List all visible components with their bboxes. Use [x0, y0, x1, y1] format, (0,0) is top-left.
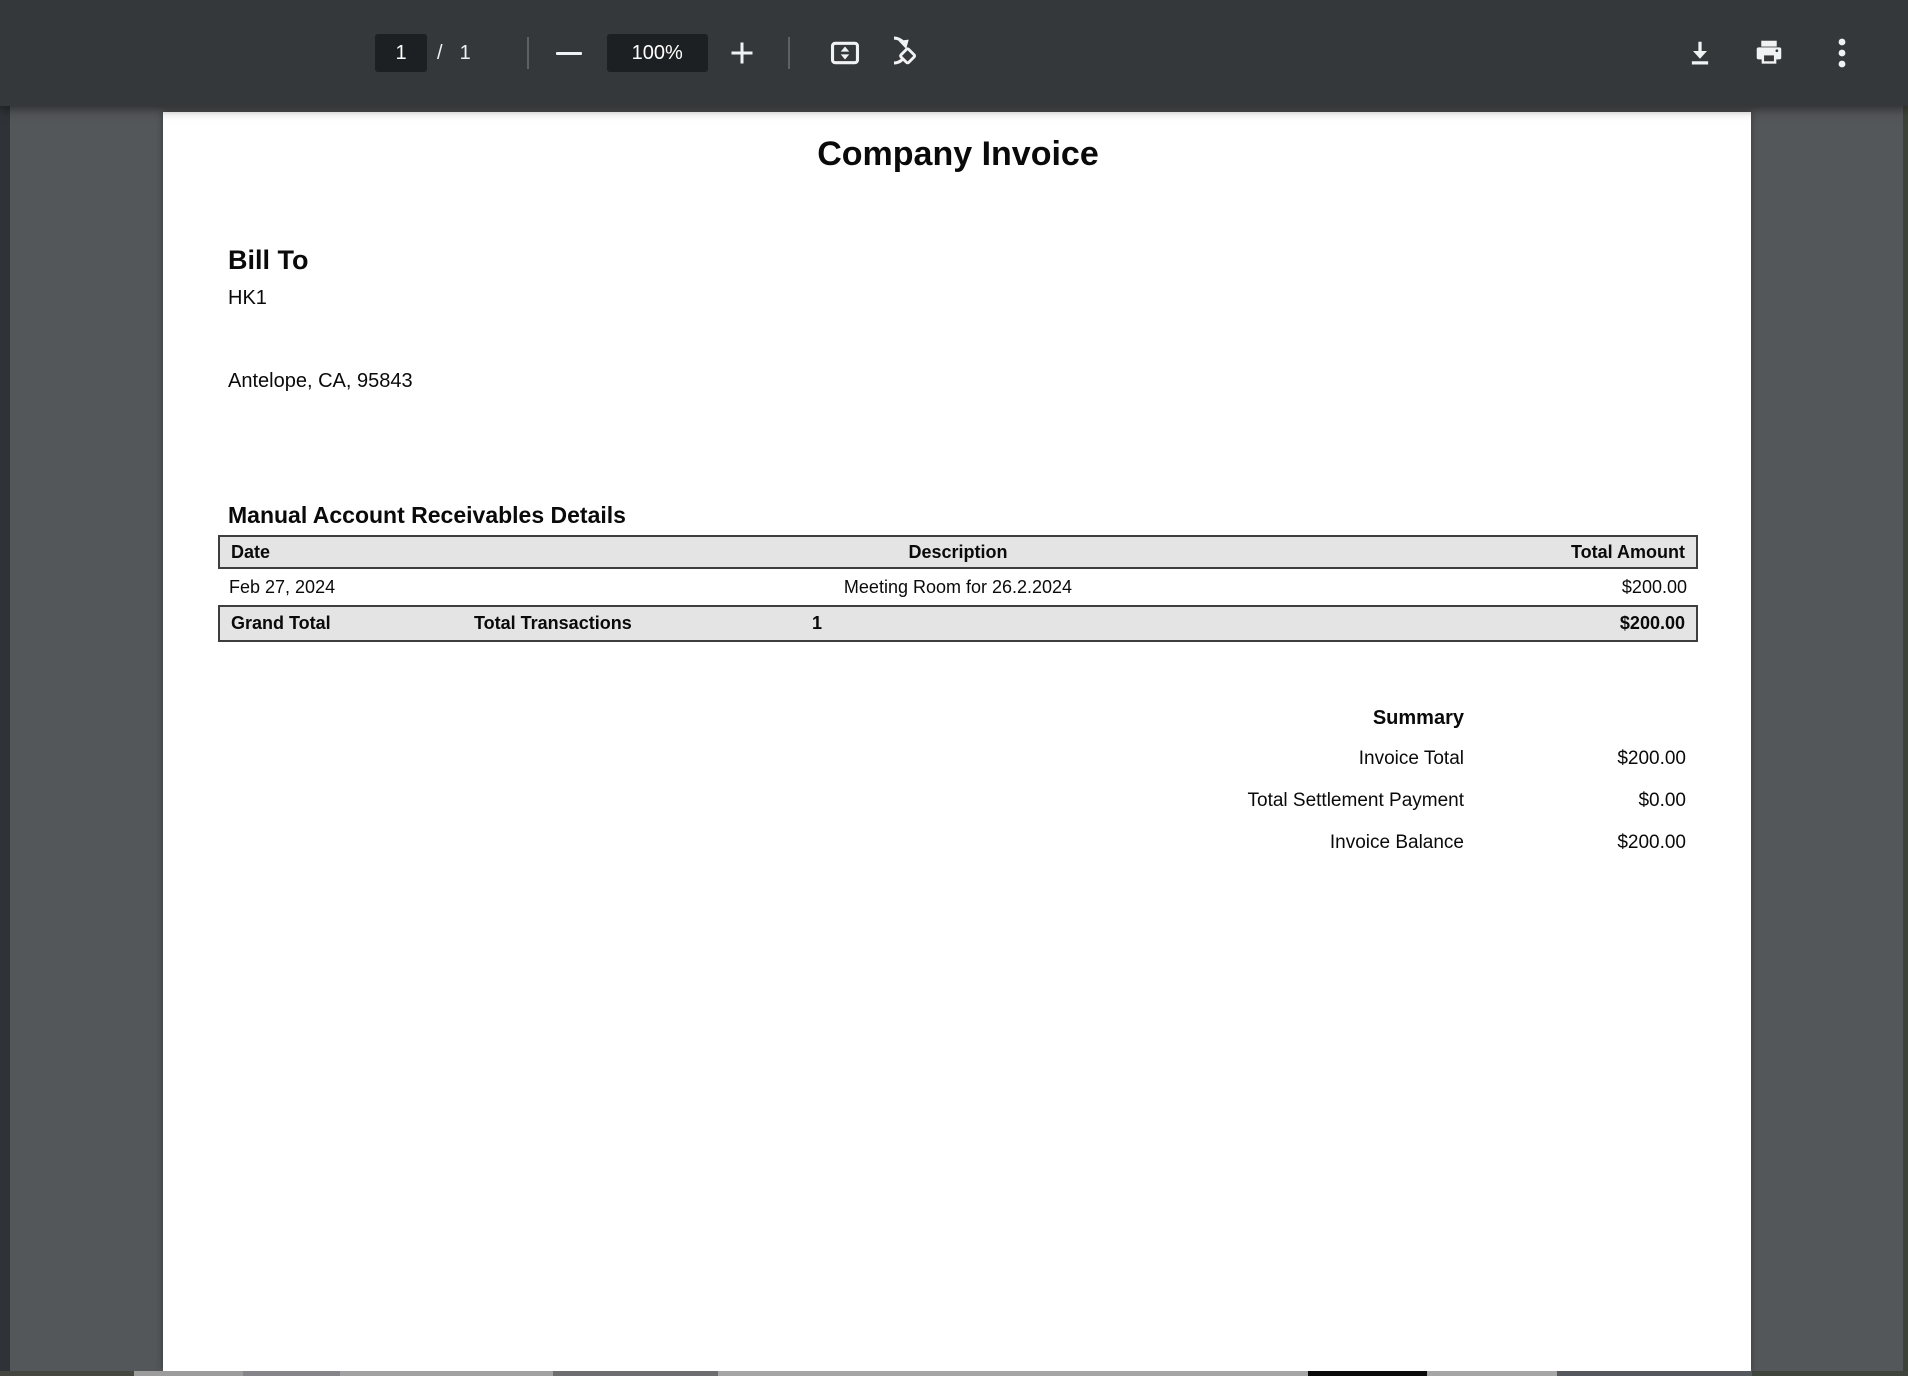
more-options-button[interactable]: [1832, 29, 1852, 77]
row-amount: $200.00: [1444, 577, 1698, 598]
bill-to-name: HK1: [228, 286, 1698, 310]
fit-to-page-button[interactable]: [828, 29, 862, 77]
zoom-out-button[interactable]: [554, 29, 584, 77]
left-gutter-strip: [0, 106, 10, 1376]
right-edge-strip: [1903, 106, 1908, 1376]
summary-value: $0.00: [1464, 788, 1686, 814]
page-count: 1: [460, 42, 471, 65]
rotate-counterclockwise-icon: [894, 36, 928, 70]
invoice-title: Company Invoice: [218, 136, 1698, 172]
table-row: Feb 27, 2024 Meeting Room for 26.2.2024 …: [218, 569, 1698, 605]
total-transactions-label: Total Transactions: [474, 613, 812, 634]
header-description: Description: [474, 542, 1442, 563]
pdf-viewer-content: Company Invoice Bill To HK1 Antelope, CA…: [0, 106, 1908, 1376]
pdf-toolbar: / 1 100%: [0, 0, 1908, 106]
row-description: Meeting Room for 26.2.2024: [472, 577, 1444, 598]
summary-spacer: [1464, 706, 1686, 730]
zoom-in-icon: [728, 39, 756, 67]
summary-value: $200.00: [1464, 746, 1686, 772]
summary-section: Summary Invoice Total $200.00 Total Sett…: [218, 706, 1686, 856]
receivables-table: Date Description Total Amount Feb 27, 20…: [218, 535, 1698, 642]
summary-value: $200.00: [1464, 830, 1686, 856]
toolbar-divider: [788, 37, 790, 69]
rotate-counterclockwise-button[interactable]: [894, 29, 928, 77]
receivables-section-heading: Manual Account Receivables Details: [228, 501, 1698, 529]
grand-total-amount: $200.00: [1442, 613, 1696, 634]
bottom-edge-strip: [0, 1371, 1908, 1376]
zoom-in-button[interactable]: [727, 29, 757, 77]
summary-label: Total Settlement Payment: [1248, 788, 1465, 814]
download-button[interactable]: [1685, 29, 1715, 77]
invoice-document: Company Invoice Bill To HK1 Antelope, CA…: [163, 112, 1751, 1371]
grand-total-row: Grand Total Total Transactions 1 $200.00: [218, 605, 1698, 642]
download-icon: [1685, 38, 1715, 68]
grand-total-label: Grand Total: [220, 613, 474, 634]
toolbar-divider: [527, 37, 529, 69]
summary-label: Invoice Total: [1248, 746, 1465, 772]
zoom-level-display[interactable]: 100%: [607, 34, 708, 72]
pdf-page: Company Invoice Bill To HK1 Antelope, CA…: [163, 112, 1751, 1371]
toolbar-center-controls: / 1 100%: [375, 0, 928, 106]
page-number-input[interactable]: [375, 34, 427, 72]
header-date: Date: [220, 542, 474, 563]
bill-to-heading: Bill To: [228, 245, 1698, 275]
row-date: Feb 27, 2024: [218, 577, 472, 598]
bill-to-address: Antelope, CA, 95843: [228, 369, 1698, 393]
table-header-row: Date Description Total Amount: [218, 535, 1698, 569]
summary-heading: Summary: [1248, 706, 1465, 730]
summary-label: Invoice Balance: [1248, 830, 1465, 856]
kebab-menu-icon: [1832, 36, 1852, 70]
print-icon: [1753, 37, 1785, 69]
header-total-amount: Total Amount: [1442, 542, 1696, 563]
zoom-out-icon: [556, 52, 582, 55]
total-transactions-count: 1: [812, 613, 1442, 634]
print-button[interactable]: [1752, 29, 1786, 77]
fit-to-page-icon: [828, 36, 862, 70]
toolbar-right-controls: [1685, 0, 1908, 106]
page-count-separator: /: [437, 42, 443, 65]
